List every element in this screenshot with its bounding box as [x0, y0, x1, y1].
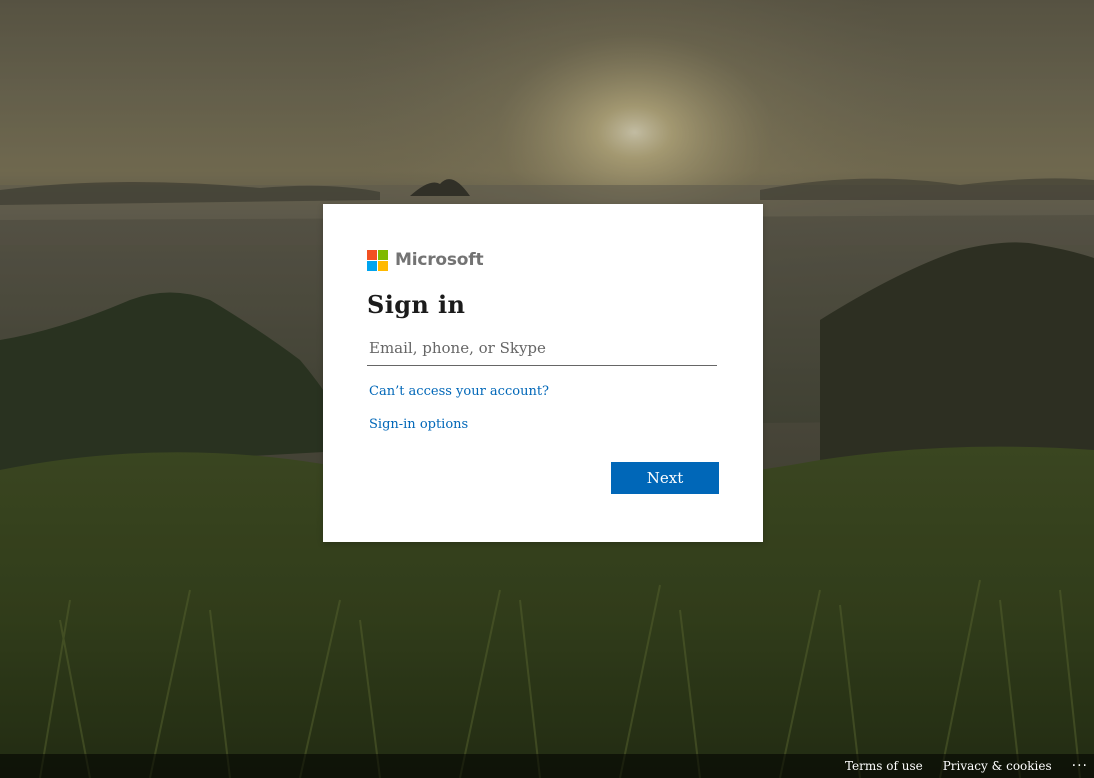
more-options-icon[interactable]: ··· — [1072, 758, 1088, 774]
microsoft-logo: Microsoft — [367, 248, 719, 272]
email-field[interactable] — [367, 330, 717, 366]
terms-of-use-link[interactable]: Terms of use — [845, 759, 923, 773]
cant-access-account-link[interactable]: Can’t access your account? — [369, 384, 719, 399]
sign-in-card: Microsoft Sign in Can’t access your acco… — [323, 204, 763, 542]
privacy-cookies-link[interactable]: Privacy & cookies — [943, 759, 1052, 773]
footer: Terms of use Privacy & cookies ··· — [0, 754, 1094, 778]
email-field-wrapper — [367, 330, 717, 366]
next-button[interactable]: Next — [611, 462, 719, 494]
sign-in-options-link[interactable]: Sign-in options — [369, 417, 719, 432]
page-title: Sign in — [367, 290, 466, 319]
microsoft-logo-text: Microsoft — [395, 250, 484, 270]
microsoft-logo-icon — [367, 249, 388, 271]
